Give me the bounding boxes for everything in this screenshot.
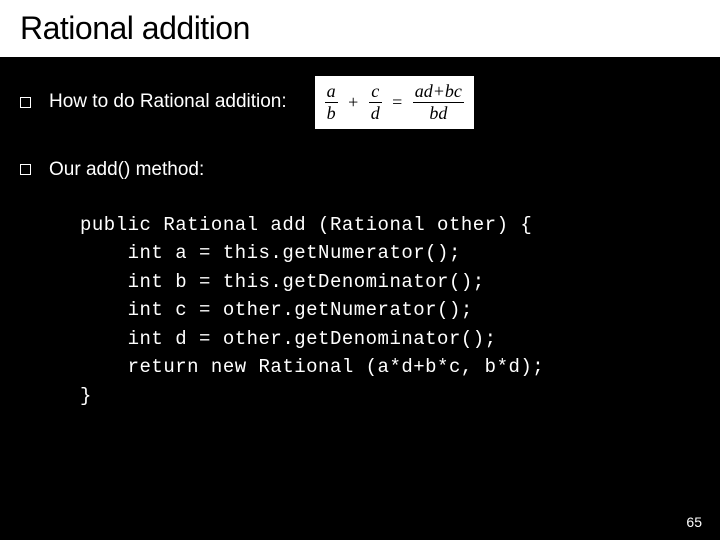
- bullet-1-text: How to do Rational addition:: [49, 91, 287, 113]
- equals-sign: =: [386, 92, 408, 113]
- code-line: int b = this.getDenominator();: [80, 271, 485, 293]
- fraction-c-over-d: c d: [369, 82, 382, 123]
- fraction-result: ad+bc bd: [413, 82, 464, 123]
- bullet-1: How to do Rational addition: a b + c d =…: [20, 76, 700, 129]
- denominator: b: [325, 104, 338, 123]
- fraction-a-over-b: a b: [325, 82, 338, 123]
- denominator: d: [369, 104, 382, 123]
- bullet-2-text: Our add() method:: [49, 159, 204, 181]
- page-number: 65: [686, 514, 702, 530]
- code-line: int a = this.getNumerator();: [80, 242, 461, 264]
- title-bar: Rational addition: [0, 0, 720, 58]
- slide-title: Rational addition: [20, 10, 700, 47]
- code-line: int d = other.getDenominator();: [80, 328, 497, 350]
- code-line: return new Rational (a*d+b*c, b*d);: [80, 356, 544, 378]
- bullet-2: Our add() method:: [20, 159, 700, 181]
- code-block: public Rational add (Rational other) { i…: [80, 211, 700, 411]
- rational-addition-formula: a b + c d = ad+bc bd: [315, 76, 474, 129]
- numerator: ad+bc: [413, 82, 464, 101]
- code-line: public Rational add (Rational other) {: [80, 214, 532, 236]
- numerator: c: [369, 82, 381, 101]
- bullet-marker-icon: [20, 97, 31, 108]
- slide: Rational addition How to do Rational add…: [0, 0, 720, 540]
- plus-sign: +: [342, 92, 364, 113]
- code-line: int c = other.getNumerator();: [80, 299, 473, 321]
- bullet-marker-icon: [20, 164, 31, 175]
- denominator: bd: [427, 104, 449, 123]
- numerator: a: [325, 82, 338, 101]
- slide-content: How to do Rational addition: a b + c d =…: [0, 58, 720, 410]
- code-line: }: [80, 385, 92, 407]
